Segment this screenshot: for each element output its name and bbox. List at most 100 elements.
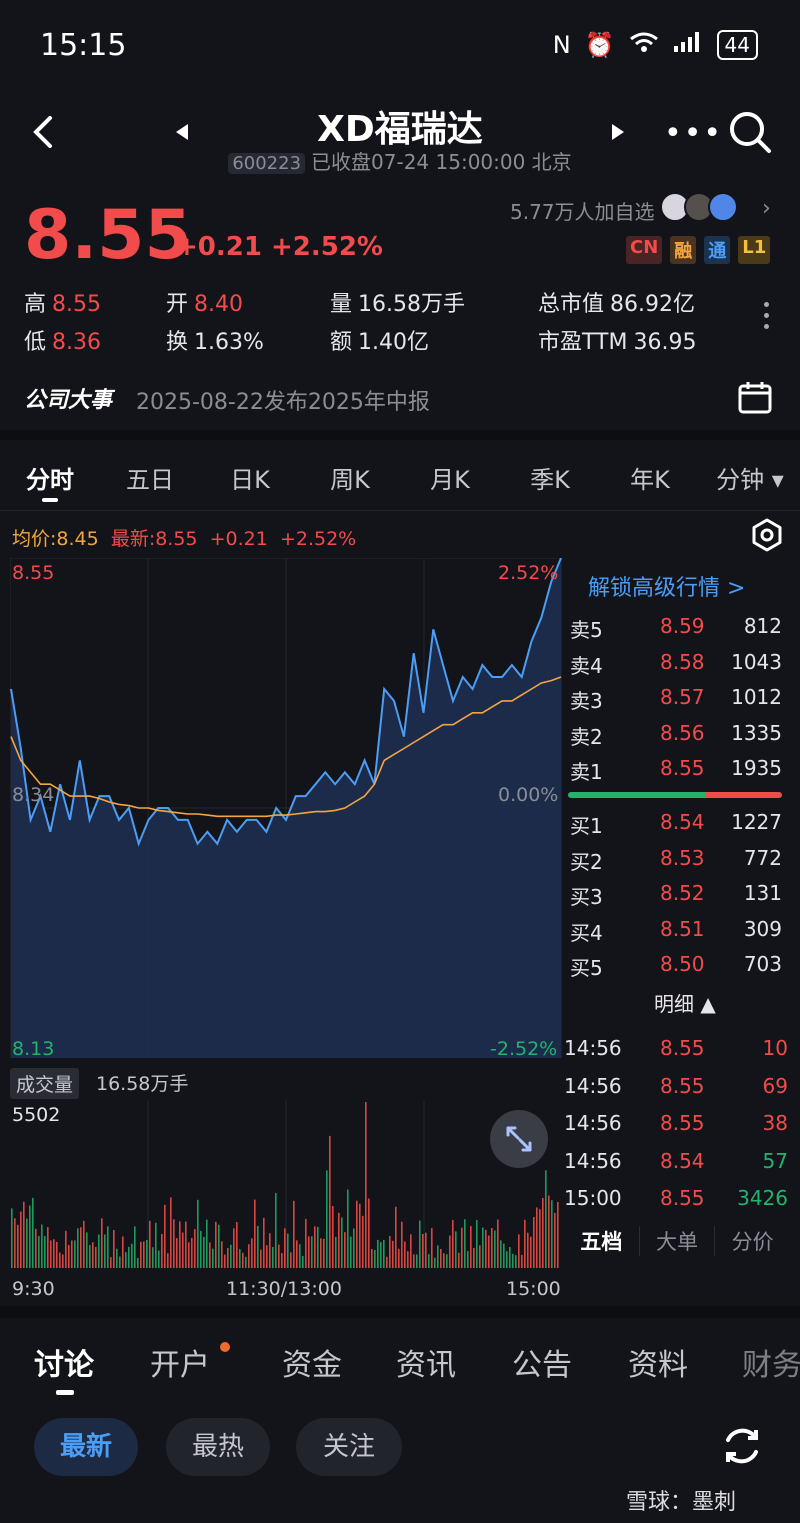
badge-cn: CN — [626, 236, 663, 264]
follower-avatars[interactable] — [660, 192, 738, 222]
tick-price: 8.55 — [660, 1111, 705, 1135]
alarm-icon: ⏰ — [584, 31, 615, 59]
volume-bar — [200, 1230, 202, 1268]
ask-row: 卖4 8.58 1043 — [570, 650, 784, 684]
volume-bar — [146, 1239, 148, 1268]
tab-news[interactable]: 资讯 — [396, 1340, 456, 1384]
volume-bar — [293, 1200, 295, 1268]
level-label: 买3 — [570, 885, 603, 909]
volume-bar — [83, 1220, 85, 1268]
chevron-right-icon[interactable]: › — [762, 196, 771, 221]
volume-bar — [512, 1253, 514, 1268]
tab-announcements[interactable]: 公告 — [512, 1340, 572, 1384]
volume-bar — [17, 1224, 19, 1268]
refresh-icon[interactable] — [720, 1424, 764, 1472]
volume-bar — [437, 1245, 439, 1268]
level-label: 卖4 — [570, 653, 603, 678]
volume-bar — [389, 1236, 391, 1268]
volume-bar — [179, 1221, 181, 1268]
tab-big-orders[interactable]: 大单 — [638, 1226, 715, 1256]
followers-count[interactable]: 5.77万人加自选 — [510, 196, 655, 225]
volume-bar — [401, 1221, 403, 1268]
pct-axis-bottom: -2.52% — [490, 1038, 558, 1060]
volume-bar — [413, 1254, 415, 1268]
tick-time: 15:00 — [564, 1186, 622, 1210]
level-volume: 1012 — [731, 685, 782, 709]
tab-price-split[interactable]: 分价 — [714, 1226, 790, 1256]
volume-bar — [443, 1253, 445, 1268]
vertical-more-icon[interactable] — [764, 296, 778, 335]
filter-latest[interactable]: 最新 — [34, 1418, 138, 1476]
settings-icon[interactable] — [750, 518, 784, 556]
unlock-advanced-quote-link[interactable]: 解锁高级行情 > — [588, 570, 745, 602]
volume-bar — [164, 1204, 166, 1268]
calendar-icon[interactable] — [738, 380, 772, 418]
tick-row: 14:56 8.55 69 — [564, 1074, 790, 1110]
tab-monthly[interactable]: 月K — [418, 460, 482, 495]
tab-intraday[interactable]: 分时 — [18, 460, 82, 495]
stat-amount: 额 1.40亿 — [330, 330, 430, 355]
tab-discussion[interactable]: 讨论 — [34, 1340, 94, 1384]
expand-icon[interactable] — [490, 1110, 548, 1168]
tab-five-levels[interactable]: 五档 — [564, 1226, 639, 1256]
volume-bar — [89, 1245, 91, 1268]
volume-bar — [506, 1251, 508, 1268]
volume-bar — [410, 1234, 412, 1268]
volume-bar — [98, 1234, 100, 1268]
volume-bar — [398, 1248, 400, 1268]
tab-weekly[interactable]: 周K — [318, 460, 382, 495]
search-icon[interactable] — [728, 110, 772, 158]
volume-bar — [557, 1201, 559, 1268]
nfc-icon: N — [552, 31, 571, 59]
divider — [0, 510, 800, 511]
volume-bar — [434, 1257, 436, 1268]
change-pct: +2.52% — [271, 232, 383, 262]
volume-bar — [65, 1230, 67, 1268]
volume-bar — [476, 1220, 478, 1268]
tick-price: 8.54 — [660, 1148, 705, 1173]
tab-funds[interactable]: 资金 — [282, 1340, 342, 1384]
volume-label[interactable]: 成交量 — [10, 1068, 80, 1099]
details-title[interactable]: 明细 ▲ — [654, 988, 716, 1017]
volume-bar — [257, 1225, 259, 1268]
volume-bar — [68, 1245, 70, 1268]
avatar — [708, 192, 738, 222]
tab-minute[interactable]: 分钟 ▾ — [708, 460, 792, 495]
tab-yearly[interactable]: 年K — [618, 460, 682, 495]
volume-bar — [50, 1240, 52, 1268]
next-stock-icon[interactable] — [610, 124, 624, 144]
filter-hot[interactable]: 最热 — [166, 1418, 270, 1476]
section-divider — [0, 430, 800, 440]
tab-open-account[interactable]: 开户 — [150, 1340, 210, 1384]
level-volume: 131 — [743, 881, 782, 905]
volume-bar — [362, 1215, 364, 1268]
badge-l1: L1 — [738, 236, 771, 264]
bid-row: 买4 8.51 309 — [570, 917, 784, 951]
volume-bar — [377, 1239, 379, 1268]
level-label: 卖5 — [570, 618, 603, 642]
events-text[interactable]: 2025-08-22发布2025年中报 — [136, 384, 430, 416]
more-icon[interactable]: ••• — [664, 116, 723, 151]
tab-daily[interactable]: 日K — [218, 460, 282, 495]
volume-bar — [314, 1226, 316, 1268]
volume-bar — [461, 1227, 463, 1268]
volume-bar — [407, 1251, 409, 1268]
tab-5day[interactable]: 五日 — [118, 460, 182, 495]
tick-volume: 3426 — [737, 1186, 788, 1210]
filter-following[interactable]: 关注 — [296, 1418, 402, 1476]
level-volume: 1227 — [731, 810, 782, 834]
tick-volume: 57 — [762, 1148, 788, 1173]
tab-financials[interactable]: 财务 — [742, 1340, 800, 1384]
tab-profile[interactable]: 资料 — [628, 1340, 688, 1384]
ratio-sell — [704, 792, 782, 798]
battery-icon: 44 — [716, 30, 758, 60]
volume-bar — [236, 1221, 238, 1268]
volume-bar — [284, 1228, 286, 1268]
volume-bar — [11, 1208, 13, 1268]
badge-margin: 融 — [670, 236, 697, 264]
tab-quarterly[interactable]: 季K — [518, 460, 582, 495]
intraday-chart[interactable] — [10, 558, 562, 1058]
tick-row: 14:56 8.55 38 — [564, 1111, 790, 1147]
volume-bar — [428, 1254, 430, 1268]
volume-bar — [122, 1236, 124, 1268]
